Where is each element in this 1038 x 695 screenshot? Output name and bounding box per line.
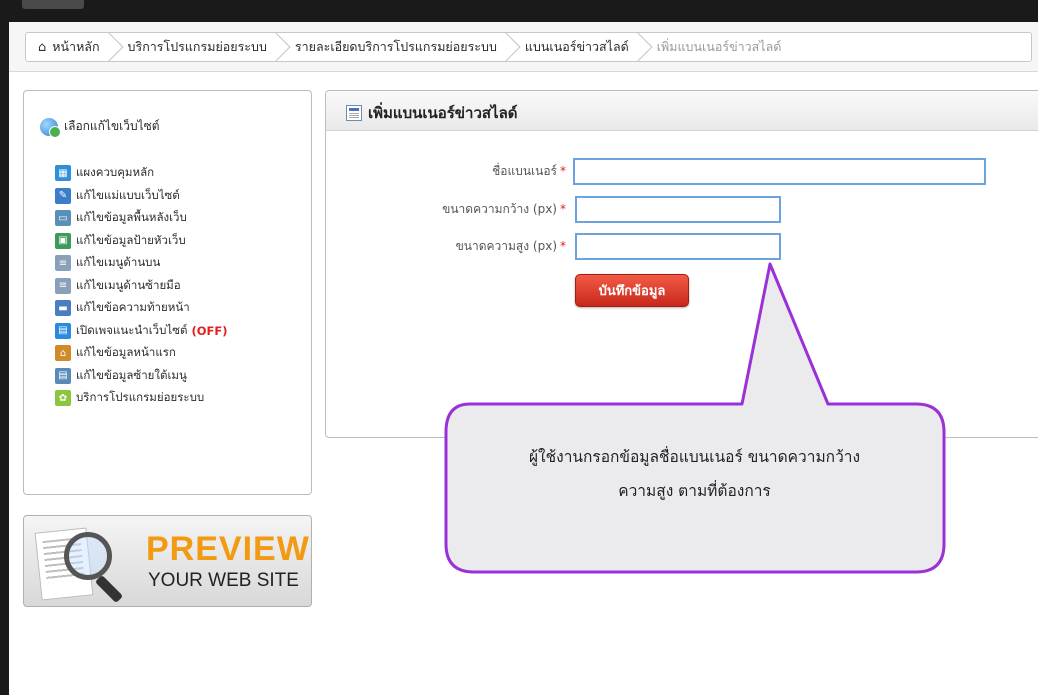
sidebar-item-label: แผงควบคุมหลัก <box>76 165 155 180</box>
plugin-service-icon: ✿ <box>55 390 71 407</box>
callout-line1: ผู้ใช้งานกรอกข้อมูลชื่อแบนเนอร์ ขนาดความ… <box>528 448 861 466</box>
callout-text: ผู้ใช้งานกรอกข้อมูลชื่อแบนเนอร์ ขนาดความ… <box>448 440 941 508</box>
panel-header: เพิ่มแบนเนอร์ข่าวสไลด์ <box>326 91 1038 131</box>
panel-title: เพิ่มแบนเนอร์ข่าวสไลด์ <box>346 101 518 125</box>
breadcrumb-plugin-detail[interactable]: รายละเอียดบริการโปรแกรมย่อยระบบ <box>283 33 513 61</box>
breadcrumb-slide-banner[interactable]: แบนเนอร์ข่าวสไลด์ <box>513 33 645 61</box>
banner-name-row: ชื่อแบนเนอร์ * <box>380 158 990 185</box>
preview-title: PREVIEW <box>146 530 310 568</box>
sidebar-item-header-banner[interactable]: ▣ แก้ไขข้อมูลป้ายหัวเว็บ <box>55 230 305 253</box>
preview-website-banner[interactable]: PREVIEW YOUR WEB SITE <box>23 515 312 607</box>
sidebar-item-dashboard[interactable]: ▦ แผงควบคุมหลัก <box>55 162 305 185</box>
sidebar-item-template[interactable]: ✎ แก้ไขแม่แบบเว็บไซต์ <box>55 185 305 208</box>
form-icon <box>346 105 362 121</box>
magnifier-icon <box>64 532 112 580</box>
footer-icon: ▬ <box>55 300 71 317</box>
preview-subtitle: YOUR WEB SITE <box>148 570 299 591</box>
sidebar-item-intro-page[interactable]: ▤ เปิดเพจแนะนำเว็บไซต์ (OFF) <box>55 320 305 343</box>
banner-width-label-text: ขนาดความกว้าง (px) <box>442 202 557 216</box>
breadcrumb-home[interactable]: ⌂ หน้าหลัก <box>26 33 116 61</box>
sidebar-item-label: แก้ไขข้อความท้ายหน้า <box>76 300 190 315</box>
globe-edit-icon <box>40 117 61 138</box>
template-icon: ✎ <box>55 187 71 204</box>
banner-height-row: ขนาดความสูง (px) * <box>380 233 790 260</box>
banner-height-label: ขนาดความสูง (px) * <box>380 237 566 256</box>
sidebar-menu: ▦ แผงควบคุมหลัก ✎ แก้ไขแม่แบบเว็บไซต์ ▭ แก้ไข… <box>55 162 305 410</box>
breadcrumb-level1-label: บริการโปรแกรมย่อยระบบ <box>127 39 267 54</box>
banner-name-input[interactable] <box>573 158 986 185</box>
breadcrumb: ⌂ หน้าหลัก บริการโปรแกรมย่อยระบบ รายละเอ… <box>25 32 1032 62</box>
top-bar <box>0 0 1038 22</box>
sidebar-item-label: แก้ไขแม่แบบเว็บไซต์ <box>76 187 180 202</box>
required-mark: * <box>560 202 566 216</box>
banner-height-input[interactable] <box>575 233 781 260</box>
banner-name-label: ชื่อแบนเนอร์ * <box>380 162 566 181</box>
sidebar-item-plugin-service[interactable]: ✿ บริการโปรแกรมย่อยระบบ <box>55 387 305 410</box>
required-mark: * <box>560 239 566 253</box>
sidebar-item-label: แก้ไขข้อมูลป้ายหัวเว็บ <box>76 232 186 247</box>
status-off-badge: (OFF) <box>191 323 228 338</box>
callout-line2: ความสูง ตามที่ต้องการ <box>618 482 771 500</box>
sidebar-header-label: เลือกแก้ไขเว็บไซต์ <box>64 119 160 133</box>
dashboard-icon: ▦ <box>55 165 71 182</box>
sidebar-item-label: แก้ไขข้อมูลพื้นหลังเว็บ <box>76 210 187 225</box>
panel-title-label: เพิ่มแบนเนอร์ข่าวสไลด์ <box>368 104 518 122</box>
sidebar-item-label: บริการโปรแกรมย่อยระบบ <box>76 390 205 405</box>
sidebar-item-under-menu[interactable]: ▤ แก้ไขข้อมูลซ้ายใต้เมนู <box>55 365 305 388</box>
add-banner-panel: เพิ่มแบนเนอร์ข่าวสไลด์ <box>325 90 1038 438</box>
header-banner-icon: ▣ <box>55 232 71 249</box>
sidebar-item-footer[interactable]: ▬ แก้ไขข้อความท้ายหน้า <box>55 297 305 320</box>
intro-page-icon: ▤ <box>55 322 71 339</box>
magnifier-handle <box>94 574 124 604</box>
sidebar-item-label: แก้ไขเมนูด้านซ้ายมือ <box>76 277 181 292</box>
breadcrumb-strip: ⌂ หน้าหลัก บริการโปรแกรมย่อยระบบ รายละเอ… <box>9 22 1038 72</box>
home-icon: ⌂ <box>55 345 71 362</box>
banner-width-label: ขนาดความกว้าง (px) * <box>380 200 566 219</box>
top-menu-icon: ≡ <box>55 255 71 272</box>
sidebar-item-label: แก้ไขข้อมูลซ้ายใต้เมนู <box>76 367 187 382</box>
sidebar-item-background[interactable]: ▭ แก้ไขข้อมูลพื้นหลังเว็บ <box>55 207 305 230</box>
required-mark: * <box>560 164 566 178</box>
banner-name-label-text: ชื่อแบนเนอร์ <box>492 164 557 178</box>
sidebar-item-label: แก้ไขเมนูด้านบน <box>76 255 161 270</box>
sidebar-item-home[interactable]: ⌂ แก้ไขข้อมูลหน้าแรก <box>55 342 305 365</box>
left-menu-icon: ≡ <box>55 277 71 294</box>
sidebar-item-label: แก้ไขข้อมูลหน้าแรก <box>76 345 176 360</box>
sidebar-panel: เลือกแก้ไขเว็บไซต์ ▦ แผงควบคุมหลัก ✎ แก้ไขแ… <box>23 90 312 495</box>
background-icon: ▭ <box>55 210 71 227</box>
sidebar-header[interactable]: เลือกแก้ไขเว็บไซต์ <box>40 117 160 138</box>
breadcrumb-plugin-service[interactable]: บริการโปรแกรมย่อยระบบ <box>116 33 283 61</box>
breadcrumb-current: เพิ่มแบนเนอร์ข่าวสไลด์ <box>645 33 798 61</box>
banner-width-row: ขนาดความกว้าง (px) * <box>380 196 790 223</box>
banner-height-label-text: ขนาดความสูง (px) <box>455 239 557 253</box>
top-bar-tab <box>22 0 84 9</box>
sidebar-item-top-menu[interactable]: ≡ แก้ไขเมนูด้านบน <box>55 252 305 275</box>
breadcrumb-current-label: เพิ่มแบนเนอร์ข่าวสไลด์ <box>656 39 782 54</box>
breadcrumb-home-label: หน้าหลัก <box>52 39 100 54</box>
save-button[interactable]: บันทึกข้อมูล <box>575 274 689 307</box>
under-menu-icon: ▤ <box>55 367 71 384</box>
home-icon: ⌂ <box>38 39 47 55</box>
sidebar-item-left-menu[interactable]: ≡ แก้ไขเมนูด้านซ้ายมือ <box>55 275 305 298</box>
breadcrumb-level2-label: รายละเอียดบริการโปรแกรมย่อยระบบ <box>294 39 497 54</box>
banner-width-input[interactable] <box>575 196 781 223</box>
window-frame-left <box>0 0 9 695</box>
sidebar-item-label: เปิดเพจแนะนำเว็บไซต์ <box>76 322 188 337</box>
breadcrumb-level3-label: แบนเนอร์ข่าวสไลด์ <box>524 39 629 54</box>
